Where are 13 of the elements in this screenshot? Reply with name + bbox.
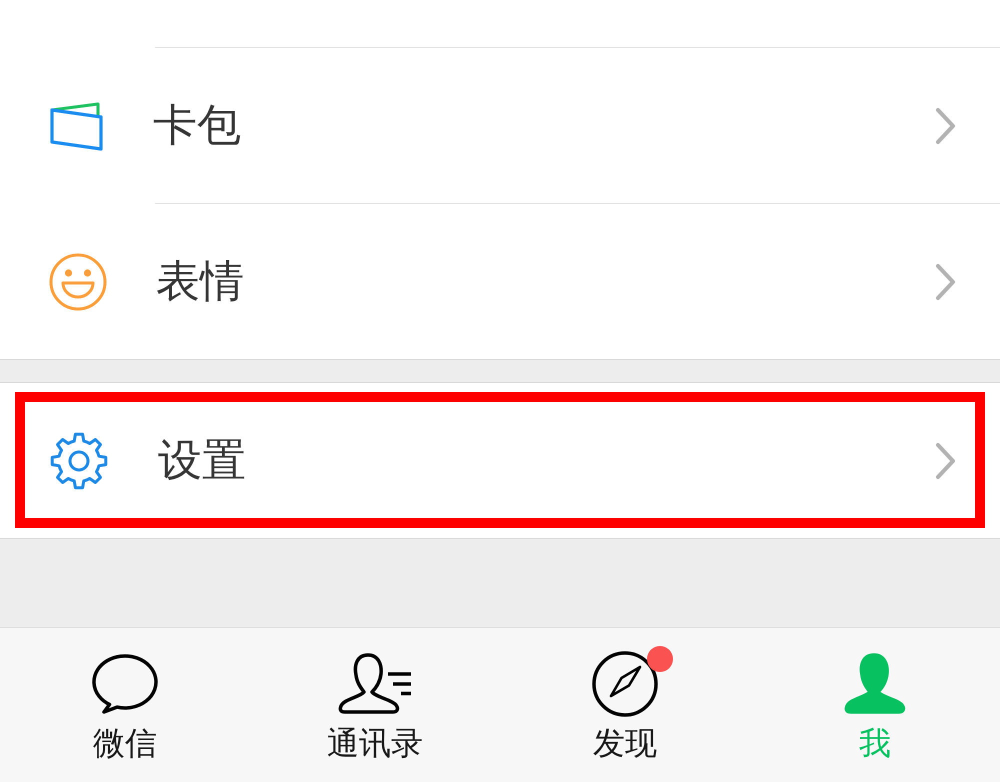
chevron-right-icon: [935, 262, 957, 300]
compass-icon: [591, 650, 659, 718]
chevron-right-icon: [935, 106, 957, 144]
smiley-icon: [49, 252, 107, 310]
chat-bubble-icon: [90, 653, 160, 715]
settings-icon: [49, 430, 109, 490]
tab[interactable]: 微信: [0, 628, 250, 782]
tab[interactable]: 通讯录: [250, 628, 500, 782]
contacts-icon: [338, 653, 412, 715]
chevron-right-icon: [935, 442, 957, 480]
tab[interactable]: 发现: [500, 628, 750, 782]
card-icon: [49, 100, 104, 152]
person-icon: [844, 653, 906, 715]
